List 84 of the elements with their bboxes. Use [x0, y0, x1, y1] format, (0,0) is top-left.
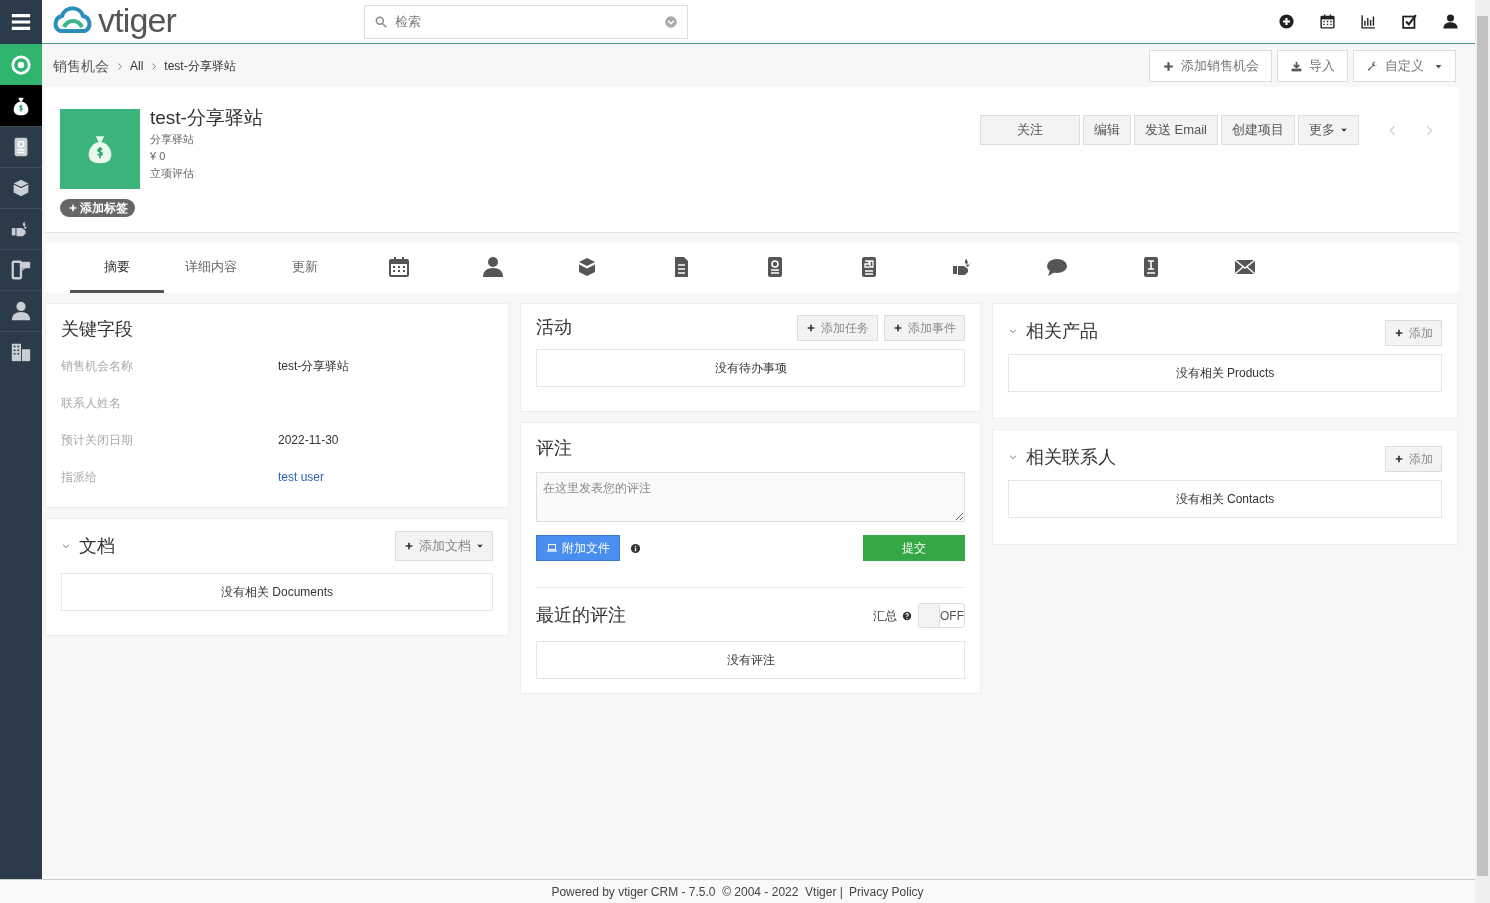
- record-action-button[interactable]: 更多: [1298, 115, 1359, 145]
- record-action-button[interactable]: 创建项目: [1221, 115, 1295, 145]
- calendar-icon[interactable]: [1319, 13, 1336, 30]
- user-icon[interactable]: [1442, 13, 1459, 30]
- field-value: test-分享驿站: [278, 357, 350, 375]
- caret-icon: [1340, 126, 1348, 134]
- calendar-icon: [387, 254, 411, 279]
- panel-title: 评注: [536, 437, 573, 460]
- add-tag-button[interactable]: 添加标签: [60, 199, 135, 217]
- section-title: 最近的评注: [536, 604, 626, 627]
- tab[interactable]: 摘要: [70, 243, 164, 293]
- add-button[interactable]: 添加: [1385, 320, 1442, 346]
- add-button[interactable]: 添加事件: [884, 314, 965, 341]
- scrollbar[interactable]: [1475, 0, 1490, 903]
- chevron-icon[interactable]: [1008, 326, 1018, 336]
- attach-file-button[interactable]: 附加文件: [536, 535, 620, 561]
- record-detail: 分享驿站: [150, 132, 195, 147]
- field-label: 联系人姓名: [61, 394, 122, 412]
- empty-message: 没有相关 Contacts: [1008, 480, 1442, 518]
- breadcrumb-separator-icon: [115, 61, 124, 71]
- add-circle-icon[interactable]: [1278, 13, 1295, 30]
- add-button[interactable]: 添加任务: [797, 314, 878, 341]
- chevron-icon[interactable]: [1008, 452, 1018, 462]
- bar-chart-icon[interactable]: [1360, 13, 1377, 30]
- search-field[interactable]: 检索: [364, 4, 689, 39]
- field-label: 指派给: [61, 468, 98, 486]
- empty-message: 没有相关 Products: [1008, 354, 1442, 392]
- info-icon[interactable]: [630, 542, 641, 554]
- user-icon: [481, 254, 505, 279]
- toolbar-button[interactable]: 自定义: [1353, 50, 1456, 82]
- target-icon: [10, 53, 32, 76]
- download-icon: [1290, 59, 1303, 73]
- plus-icon: [1394, 454, 1404, 464]
- plus-icon: [806, 322, 816, 333]
- plus-icon: [1162, 59, 1175, 73]
- building-icon: [10, 341, 32, 363]
- plus-icon: [893, 322, 903, 333]
- panel-title: 活动: [536, 316, 572, 339]
- breadcrumb-separator-icon: [149, 61, 159, 71]
- record-action-button[interactable]: 编辑: [1082, 115, 1131, 145]
- field-label: 预计关闭日期: [61, 431, 134, 449]
- record-detail: 立项评估: [150, 166, 195, 181]
- field-label: 销售机会名称: [61, 357, 134, 375]
- plus-icon: [404, 541, 414, 551]
- breadcrumb-link[interactable]: All: [130, 57, 144, 75]
- privacy-policy-link[interactable]: Privacy Policy: [848, 882, 924, 901]
- app-logo[interactable]: vtiger: [50, 4, 177, 39]
- empty-message: 没有评注: [536, 641, 965, 679]
- user-icon: [10, 300, 32, 322]
- footer-text: Powered by vtiger CRM - 7.5.0 © 2004 - 2022 Vtiger |: [551, 883, 843, 901]
- toolbar-button[interactable]: 添加销售机会: [1149, 50, 1272, 82]
- breadcrumb-link[interactable]: 销售机会: [53, 55, 109, 77]
- checkbox-icon[interactable]: [1401, 13, 1418, 30]
- panel-title: 相关联系人: [1026, 445, 1116, 469]
- empty-message: 没有相关 Documents: [61, 573, 493, 611]
- toolbar-button[interactable]: 导入: [1277, 50, 1348, 82]
- laptop-icon: [546, 542, 558, 554]
- plus-icon: [67, 203, 78, 213]
- add-button[interactable]: 添加文档: [395, 531, 493, 561]
- record-detail: ¥ 0: [150, 149, 167, 164]
- tab[interactable]: 更新: [258, 243, 352, 293]
- search-icon: [374, 14, 389, 29]
- record-action-button[interactable]: 关注: [979, 115, 1080, 145]
- field-link[interactable]: test user: [278, 467, 325, 486]
- field-value: 2022-11-30: [278, 431, 339, 449]
- comment-field[interactable]: 在这里发表您的评注: [536, 472, 965, 522]
- panel-title: 相关产品: [1026, 319, 1098, 343]
- menu-button[interactable]: [0, 0, 42, 44]
- sidebar-item[interactable]: [0, 85, 42, 126]
- record-action-button[interactable]: 发送 Email: [1133, 115, 1218, 145]
- panel-title: 文档: [79, 534, 115, 558]
- wrench-icon: [1366, 59, 1379, 73]
- record-title: test-分享驿站: [150, 106, 263, 130]
- add-button[interactable]: 添加: [1385, 446, 1442, 472]
- empty-message: 没有待办事项: [536, 349, 965, 387]
- caret-icon: [476, 542, 484, 550]
- summary-toggle[interactable]: OFF: [918, 603, 965, 628]
- breadcrumb-link[interactable]: test-分享驿站: [164, 57, 236, 75]
- chevron-icon[interactable]: [61, 541, 71, 551]
- tab[interactable]: 详细内容: [164, 243, 258, 293]
- summary-label: 汇总: [873, 607, 897, 625]
- help-icon[interactable]: [902, 610, 912, 621]
- plus-icon: [1394, 328, 1404, 338]
- panel-title: 关键字段: [61, 318, 134, 341]
